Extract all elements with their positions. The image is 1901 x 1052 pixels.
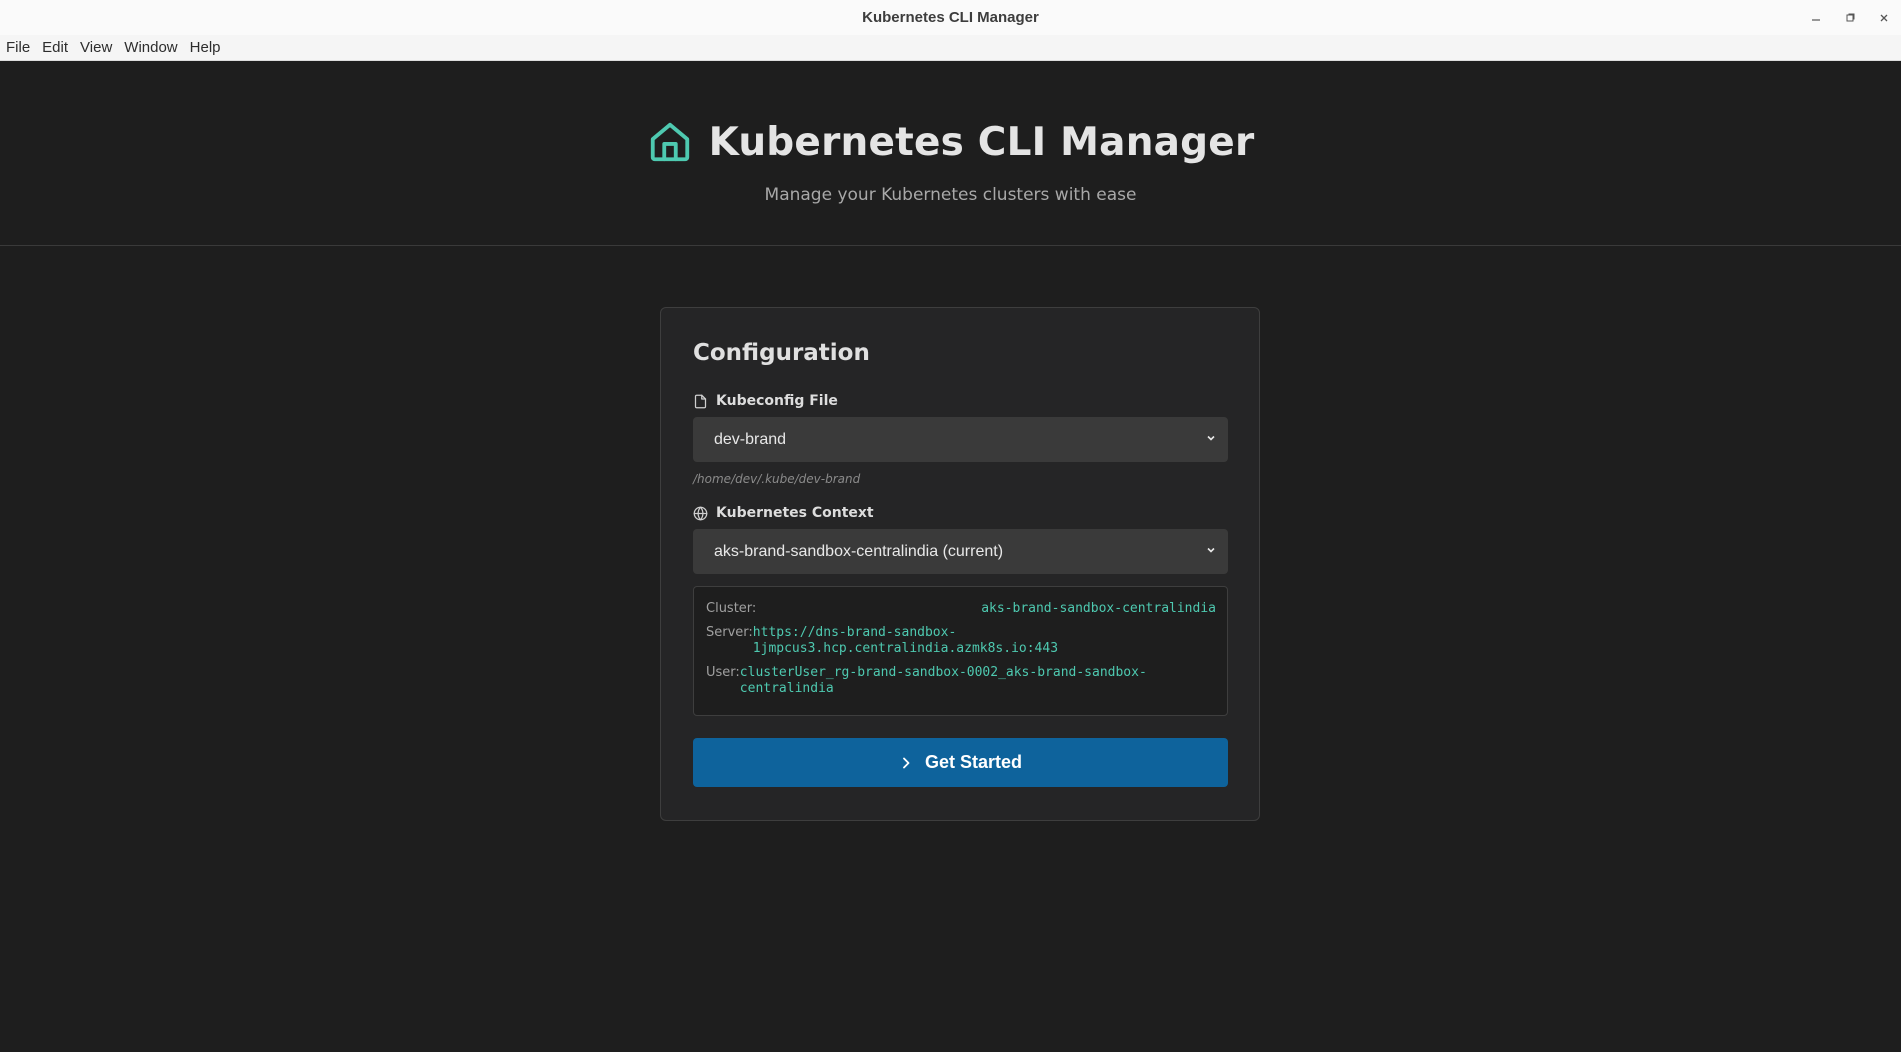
menu-help[interactable]: Help xyxy=(184,35,227,61)
title-row: Kubernetes CLI Manager xyxy=(0,119,1901,165)
menu-window[interactable]: Window xyxy=(118,35,183,61)
user-row: User: clusterUser_rg-brand-sandbox-0002_… xyxy=(706,665,1147,697)
kubeconfig-selected-value: dev-brand xyxy=(714,430,787,448)
context-label: Kubernetes Context xyxy=(693,505,874,521)
app-content: Kubernetes CLI Manager Manage your Kuber… xyxy=(0,61,1901,1052)
menu-view[interactable]: View xyxy=(74,35,118,61)
kubeconfig-label-text: Kubeconfig File xyxy=(716,393,838,409)
kubeconfig-path: /home/dev/.kube/dev-brand xyxy=(693,472,861,486)
user-value-line1: clusterUser_rg-brand-sandbox-0002_aks-br… xyxy=(739,665,1147,680)
cluster-label: Cluster: xyxy=(706,601,757,616)
window-titlebar: Kubernetes CLI Manager xyxy=(0,0,1901,35)
user-value: clusterUser_rg-brand-sandbox-0002_aks-br… xyxy=(740,665,1147,697)
chevron-down-icon xyxy=(1207,435,1215,441)
server-label: Server: xyxy=(706,625,753,640)
close-icon[interactable] xyxy=(1867,0,1901,35)
globe-icon xyxy=(693,506,708,520)
server-value-line1: https://dns-brand-sandbox- xyxy=(752,625,957,640)
configuration-card: Configuration Kubeconfig File dev-brand … xyxy=(660,307,1260,821)
server-row: Server: https://dns-brand-sandbox- 1jmpc… xyxy=(706,625,1058,657)
page-subtitle: Manage your Kubernetes clusters with eas… xyxy=(764,185,1137,205)
chevron-right-icon xyxy=(903,757,910,768)
menu-file[interactable]: File xyxy=(0,35,36,61)
server-value: https://dns-brand-sandbox- 1jmpcus3.hcp.… xyxy=(753,625,1058,657)
page-header: Kubernetes CLI Manager Manage your Kuber… xyxy=(0,61,1901,246)
menubar: File Edit View Window Help xyxy=(0,35,1901,61)
cluster-value: aks-brand-sandbox-centralindia xyxy=(981,601,1216,616)
chevron-down-icon xyxy=(1207,547,1215,553)
maximize-icon[interactable] xyxy=(1833,0,1867,35)
kubeconfig-select[interactable]: dev-brand xyxy=(693,417,1228,462)
card-title: Configuration xyxy=(693,340,870,366)
cluster-row: Cluster: aks-brand-sandbox-centralindia xyxy=(706,601,1216,617)
get-started-button[interactable]: Get Started xyxy=(693,738,1228,787)
file-icon xyxy=(694,394,707,408)
context-selected-value: aks-brand-sandbox-centralindia (current) xyxy=(714,542,1004,560)
server-value-line2: 1jmpcus3.hcp.centralindia.azmk8s.io:443 xyxy=(752,641,1059,656)
kubeconfig-label: Kubeconfig File xyxy=(693,393,838,409)
minimize-icon[interactable] xyxy=(1799,0,1833,35)
context-details: Cluster: aks-brand-sandbox-centralindia … xyxy=(693,586,1228,716)
window-controls xyxy=(1799,0,1901,35)
get-started-label: Get Started xyxy=(924,752,1023,772)
menu-edit[interactable]: Edit xyxy=(36,35,74,61)
user-value-line2: centralindia xyxy=(739,681,834,696)
home-icon xyxy=(650,122,689,162)
user-label: User: xyxy=(706,665,740,680)
page-title: Kubernetes CLI Manager xyxy=(708,119,1255,165)
window-title: Kubernetes CLI Manager xyxy=(862,9,1039,26)
context-select[interactable]: aks-brand-sandbox-centralindia (current) xyxy=(693,529,1228,574)
context-label-text: Kubernetes Context xyxy=(716,505,874,521)
